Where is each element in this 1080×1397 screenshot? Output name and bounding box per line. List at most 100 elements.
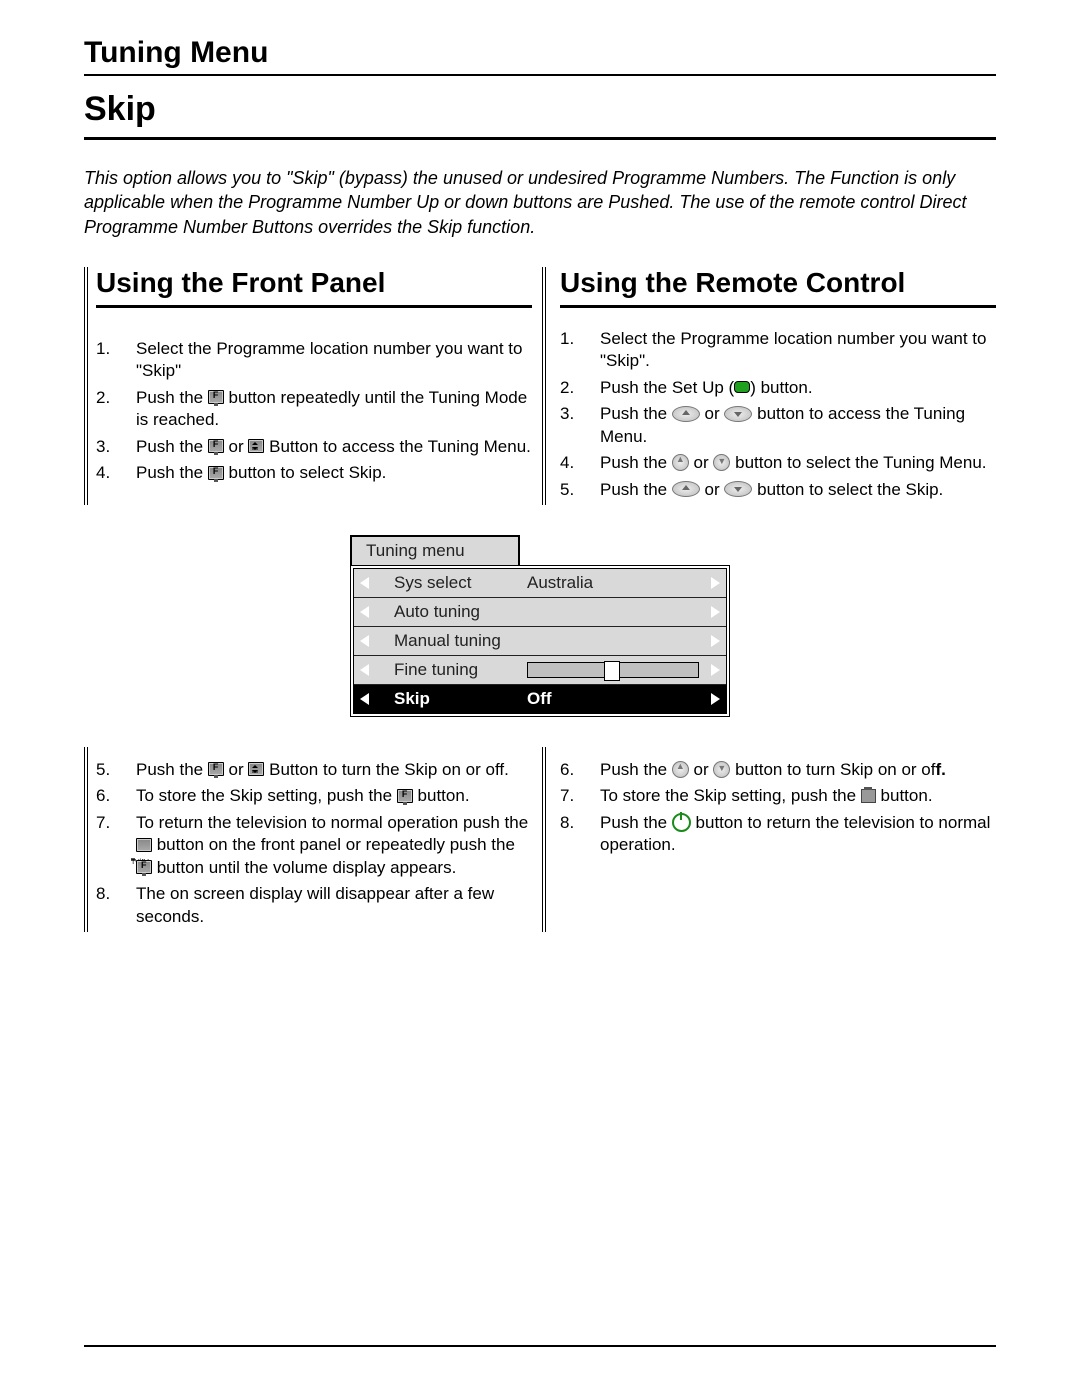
osd-row-label: Manual tuning: [394, 631, 501, 650]
step-number: 5.: [560, 479, 600, 501]
round-up-icon: [672, 454, 689, 471]
step-number: 4.: [96, 462, 136, 484]
step-text: Push the or button to turn Skip on or of…: [600, 759, 996, 781]
step-text: Push the button to select Skip.: [136, 462, 532, 484]
step-number: 3.: [560, 403, 600, 448]
front-panel-steps-top: 1.Select the Programme location number y…: [88, 338, 532, 485]
step-text: To store the Skip setting, push the butt…: [136, 785, 532, 807]
remote-control-steps-bottom: 6.Push the or button to turn Skip on or …: [560, 759, 996, 857]
step-item: 3.Push the or Button to access the Tunin…: [96, 436, 532, 458]
f-button-icon: [136, 860, 152, 874]
osd-row-value: Off: [527, 689, 552, 709]
front-panel-column: Using the Front Panel 1.Select the Progr…: [88, 267, 542, 505]
step-item: 6.Push the or button to turn Skip on or …: [560, 759, 996, 781]
step-number: 2.: [560, 377, 600, 399]
tvav-button-icon: [136, 838, 152, 852]
step-number: 2.: [96, 387, 136, 432]
step-text: Push the button repeatedly until the Tun…: [136, 387, 532, 432]
step-item: 3.Push the or button to access the Tunin…: [560, 403, 996, 448]
oval-up-icon: [672, 481, 700, 497]
osd-row: Fine tuning: [354, 655, 726, 684]
step-text: To return the television to normal opera…: [136, 812, 532, 879]
step-text: Push the or Button to turn the Skip on o…: [136, 759, 532, 781]
step-number: 5.: [96, 759, 136, 781]
osd-row-label: Fine tuning: [394, 660, 478, 679]
step-number: 7.: [96, 812, 136, 879]
section-heading: Tuning Menu: [84, 36, 996, 76]
power-button-icon: [672, 813, 691, 832]
osd-row: Skip Off: [354, 684, 726, 713]
round-down-icon: [713, 761, 730, 778]
step-number: 6.: [560, 759, 600, 781]
step-item: 1.Select the Programme location number y…: [560, 328, 996, 373]
manual-page: Tuning Menu Skip This option allows you …: [0, 0, 1080, 1397]
step-item: 2.Push the button repeatedly until the T…: [96, 387, 532, 432]
f-button-icon: [208, 439, 224, 453]
instructions-bottom: 5.Push the or Button to turn the Skip on…: [84, 747, 996, 932]
osd-row: Manual tuning: [354, 626, 726, 655]
osd-title: Tuning menu: [350, 535, 520, 565]
osd-row-label: Sys select: [394, 573, 471, 592]
step-number: 1.: [96, 338, 136, 383]
remote-control-steps-top: 1.Select the Programme location number y…: [560, 328, 996, 501]
oval-down-icon: [724, 406, 752, 422]
updown-button-icon: [248, 762, 264, 776]
step-item: 5.Push the or button to select the Skip.: [560, 479, 996, 501]
remote-control-column-bottom: 6.Push the or button to turn Skip on or …: [542, 747, 996, 932]
step-text: Push the or button to access the Tuning …: [600, 403, 996, 448]
f-button-icon: [208, 466, 224, 480]
front-panel-column-bottom: 5.Push the or Button to turn the Skip on…: [88, 747, 542, 932]
setup-green-icon: [734, 381, 750, 393]
page-title: Skip: [84, 90, 996, 140]
round-up-icon: [672, 761, 689, 778]
step-number: 8.: [560, 812, 600, 857]
step-text: Push the or Button to access the Tuning …: [136, 436, 532, 458]
updown-button-icon: [248, 439, 264, 453]
oval-up-icon: [672, 406, 700, 422]
step-item: 4.Push the button to select Skip.: [96, 462, 532, 484]
step-text: Push the button to return the television…: [600, 812, 996, 857]
osd-body: Sys select Australia Auto tuning Manual tun…: [350, 565, 730, 717]
step-item: 7.To return the television to normal ope…: [96, 812, 532, 879]
memory-button-icon: [861, 789, 876, 803]
round-down-icon: [713, 454, 730, 471]
step-number: 8.: [96, 883, 136, 928]
step-item: 4.Push the or button to select the Tunin…: [560, 452, 996, 474]
front-panel-steps-bottom: 5.Push the or Button to turn the Skip on…: [88, 759, 532, 928]
osd-row-label: Skip: [394, 689, 430, 708]
osd-row-label: Auto tuning: [394, 602, 480, 621]
osd-row: Sys select Australia: [354, 569, 726, 597]
step-number: 4.: [560, 452, 600, 474]
osd-row: Auto tuning: [354, 597, 726, 626]
step-text: Select the Programme location number you…: [136, 338, 532, 383]
remote-control-column: Using the Remote Control 1.Select the Pr…: [542, 267, 996, 505]
osd-menu: Tuning menu Sys select Australia Auto tuni…: [350, 535, 730, 717]
intro-text: This option allows you to "Skip" (bypass…: [84, 166, 996, 239]
step-text: To store the Skip setting, push the butt…: [600, 785, 996, 807]
step-item: 8.Push the button to return the televisi…: [560, 812, 996, 857]
osd-row-value: Australia: [527, 573, 593, 593]
step-text: The on screen display will disappear aft…: [136, 883, 532, 928]
remote-control-heading: Using the Remote Control: [560, 267, 996, 308]
step-number: 1.: [560, 328, 600, 373]
step-item: 5.Push the or Button to turn the Skip on…: [96, 759, 532, 781]
step-text: Push the or button to select the Tuning …: [600, 452, 996, 474]
f-button-icon: [397, 789, 413, 803]
step-item: 7.To store the Skip setting, push the bu…: [560, 785, 996, 807]
instructions-top: Using the Front Panel 1.Select the Progr…: [84, 267, 996, 505]
f-button-icon: [208, 390, 224, 404]
osd-slider: [527, 662, 699, 678]
step-number: 3.: [96, 436, 136, 458]
oval-down-icon: [724, 481, 752, 497]
step-item: 6.To store the Skip setting, push the bu…: [96, 785, 532, 807]
front-panel-heading: Using the Front Panel: [96, 267, 532, 308]
step-item: 8.The on screen display will disappear a…: [96, 883, 532, 928]
step-text: Push the or button to select the Skip.: [600, 479, 996, 501]
step-number: 7.: [560, 785, 600, 807]
step-text: Select the Programme location number you…: [600, 328, 996, 373]
step-item: 2.Push the Set Up () button.: [560, 377, 996, 399]
step-text: Push the Set Up () button.: [600, 377, 996, 399]
f-button-icon: [208, 762, 224, 776]
footer-rule: [84, 1345, 996, 1347]
step-item: 1.Select the Programme location number y…: [96, 338, 532, 383]
